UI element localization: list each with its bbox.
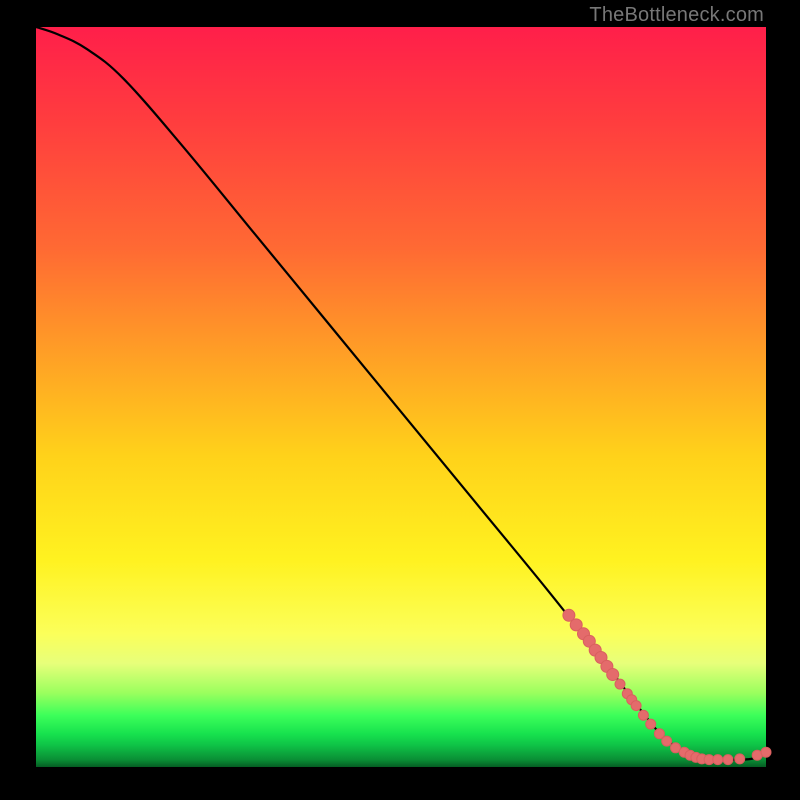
data-point [662,736,672,746]
data-point [615,679,625,689]
bottleneck-curve [36,27,766,760]
chart-overlay [36,27,766,767]
data-point [607,669,619,681]
data-point [713,755,723,765]
data-point [638,710,648,720]
data-points-group [563,609,771,764]
watermark-text: TheBottleneck.com [589,4,764,27]
chart-stage: TheBottleneck.com [0,0,800,800]
data-point [631,701,641,711]
data-point [761,747,771,757]
data-point [646,719,656,729]
data-point [735,754,745,764]
data-point [723,755,733,765]
